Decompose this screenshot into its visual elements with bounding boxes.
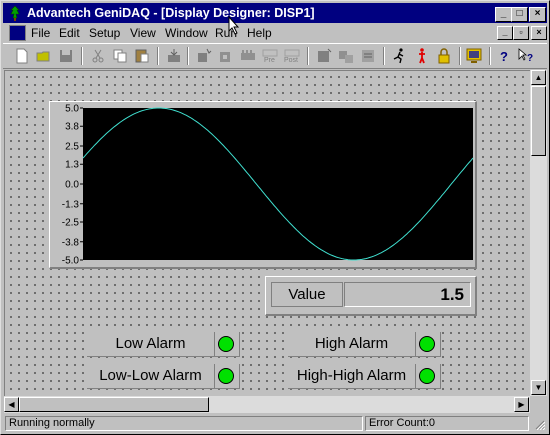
toolbar-separator <box>157 47 159 65</box>
status-message: Running normally <box>5 416 363 431</box>
error-count: Error Count:0 <box>365 416 529 431</box>
app-window: Advantech GeniDAQ - [Display Designer: D… <box>0 0 550 435</box>
scroll-left-arrow-icon[interactable]: ◀ <box>4 397 19 412</box>
value-label: Value <box>271 282 343 307</box>
svg-text:?: ? <box>527 53 533 64</box>
menu-view[interactable]: View <box>130 26 156 40</box>
vertical-scroll-thumb[interactable] <box>531 86 546 156</box>
lock-icon[interactable] <box>435 47 453 65</box>
new-icon[interactable] <box>13 47 31 65</box>
horizontal-scroll-thumb[interactable] <box>19 397 209 412</box>
plot-area <box>83 108 473 260</box>
scrollbar-corner <box>530 396 547 413</box>
y-tick-label: 3.8 <box>65 122 79 133</box>
mouse-cursor-icon <box>228 16 240 35</box>
maximize-button[interactable]: □ <box>511 7 528 22</box>
toolbar-separator <box>459 47 461 65</box>
document-icon[interactable] <box>9 25 26 41</box>
app-icon <box>10 5 20 21</box>
menu-edit[interactable]: Edit <box>59 26 80 40</box>
y-tick-label: 1.3 <box>65 160 79 171</box>
run-icon[interactable] <box>391 47 409 65</box>
scroll-right-arrow-icon[interactable]: ▶ <box>514 397 529 412</box>
stop-icon[interactable] <box>413 47 431 65</box>
tool-f-icon[interactable] <box>359 47 377 65</box>
high-alarm-lamp <box>419 336 435 352</box>
alarm-label: High Alarm <box>288 332 416 356</box>
y-tick-label: -3.8 <box>62 237 80 248</box>
alarm-label: High-High Alarm <box>288 364 416 388</box>
window-title: Advantech GeniDAQ - [Display Designer: D… <box>27 6 315 20</box>
mdi-restore-button[interactable]: ▫ <box>513 26 529 40</box>
save-icon[interactable] <box>57 47 75 65</box>
toolbar-separator <box>187 47 189 65</box>
low-alarm-lamp <box>218 336 234 352</box>
chart-panel[interactable]: 5.0 3.8 2.5 1.3 0.0 -1.3 -2.5 -3.8 -5.0 <box>49 101 477 269</box>
toolbar-separator <box>383 47 385 65</box>
copy-icon[interactable] <box>111 47 129 65</box>
cut-icon[interactable] <box>89 47 107 65</box>
context-help-icon[interactable]: ? <box>517 47 535 65</box>
svg-text:Pre: Pre <box>264 57 275 64</box>
high-alarm-indicator[interactable]: High Alarm <box>288 332 441 357</box>
y-tick-label: 5.0 <box>65 104 79 115</box>
menu-bar: File Edit Setup View Window Run Help _ ▫… <box>3 16 547 42</box>
mdi-close-button[interactable]: × <box>531 26 547 40</box>
tool-e-icon[interactable] <box>337 47 355 65</box>
low-low-alarm-indicator[interactable]: Low-Low Alarm <box>87 364 240 389</box>
y-tick-label: -5.0 <box>62 256 80 267</box>
menu-window[interactable]: Window <box>165 26 208 40</box>
mdi-minimize-button[interactable]: _ <box>497 26 513 40</box>
minimize-button[interactable]: _ <box>495 7 512 22</box>
value-readout: 1.5 <box>344 282 471 307</box>
y-tick-label: -1.3 <box>62 199 80 210</box>
tool-b-icon[interactable] <box>217 47 235 65</box>
toolbar: Pre Post ? ? <box>3 43 547 69</box>
pre-icon[interactable]: Pre <box>261 47 279 65</box>
menu-file[interactable]: File <box>31 26 50 40</box>
close-button[interactable]: × <box>529 7 546 22</box>
toolbar-separator <box>81 47 83 65</box>
tool-a-icon[interactable] <box>195 47 213 65</box>
low-alarm-indicator[interactable]: Low Alarm <box>87 332 240 357</box>
import-icon[interactable] <box>165 47 183 65</box>
high-high-alarm-indicator[interactable]: High-High Alarm <box>288 364 441 389</box>
menu-help[interactable]: Help <box>247 26 272 40</box>
menu-setup[interactable]: Setup <box>89 26 120 40</box>
svg-text:Post: Post <box>284 57 298 64</box>
design-canvas[interactable]: 5.0 3.8 2.5 1.3 0.0 -1.3 -2.5 -3.8 -5.0 Value 1.… <box>4 70 531 397</box>
scroll-down-arrow-icon[interactable]: ▼ <box>531 380 546 395</box>
toolbar-separator <box>307 47 309 65</box>
y-tick-label: -2.5 <box>62 218 80 229</box>
tool-c-icon[interactable] <box>239 47 257 65</box>
scroll-up-arrow-icon[interactable]: ▲ <box>531 70 546 85</box>
y-tick-label: 0.0 <box>65 180 79 191</box>
trend-chart: 5.0 3.8 2.5 1.3 0.0 -1.3 -2.5 -3.8 -5.0 <box>62 104 474 267</box>
value-display[interactable]: Value 1.5 <box>265 276 477 316</box>
high-high-alarm-lamp <box>419 368 435 384</box>
resize-grip-icon[interactable] <box>533 418 545 430</box>
paste-icon[interactable] <box>133 47 151 65</box>
alarm-label: Low Alarm <box>87 332 215 356</box>
tool-d-icon[interactable] <box>315 47 333 65</box>
post-icon[interactable]: Post <box>283 47 301 65</box>
monitor-icon[interactable] <box>465 47 483 65</box>
help-icon[interactable]: ? <box>495 47 513 65</box>
title-bar[interactable]: Advantech GeniDAQ - [Display Designer: D… <box>3 3 547 23</box>
horizontal-scrollbar[interactable]: ◀ ▶ <box>4 396 530 413</box>
low-low-alarm-lamp <box>218 368 234 384</box>
y-tick-label: 2.5 <box>65 142 79 153</box>
status-bar: Running normally Error Count:0 <box>3 414 547 432</box>
toolbar-separator <box>489 47 491 65</box>
vertical-scrollbar[interactable]: ▲ ▼ <box>530 70 547 396</box>
alarm-label: Low-Low Alarm <box>87 364 215 388</box>
open-icon[interactable] <box>35 47 53 65</box>
svg-text:?: ? <box>500 49 508 64</box>
